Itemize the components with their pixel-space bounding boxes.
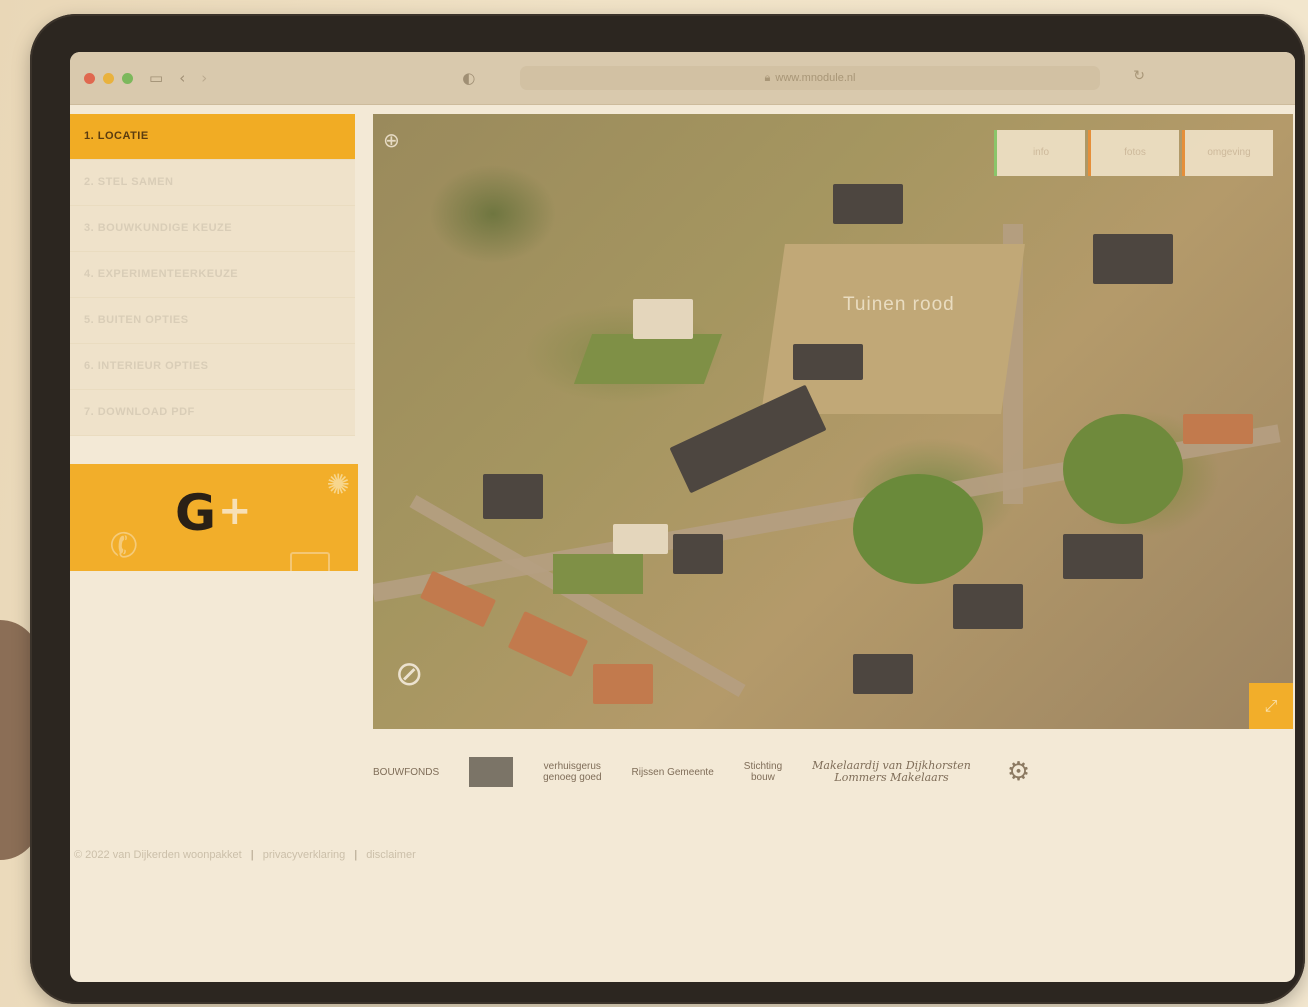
close-window-button[interactable]	[84, 72, 95, 84]
map-house	[833, 184, 903, 224]
maximize-window-button[interactable]	[122, 72, 133, 84]
tab-info[interactable]: info	[994, 130, 1085, 176]
step-6-interieur-opties[interactable]: 6. INTERIEUR OPTIES	[70, 344, 355, 390]
promo-banner[interactable]: G + ✺ ✆	[70, 464, 358, 571]
map-house	[953, 584, 1023, 629]
tab-omgeving[interactable]: omgeving	[1182, 130, 1273, 176]
step-3-bouwkundige-keuze[interactable]: 3. BOUWKUNDIGE KEUZE	[70, 206, 355, 252]
plot-label: Tuinen rood	[843, 294, 955, 315]
back-icon[interactable]: ‹	[179, 70, 185, 86]
privacy-shield-icon[interactable]: ◐	[462, 70, 475, 86]
map-house	[673, 534, 723, 574]
compass-icon[interactable]: ⊘	[395, 654, 424, 694]
footer-link-disclaimer[interactable]: disclaimer	[366, 849, 416, 861]
map-house	[669, 384, 827, 494]
copyright-text: © 2022	[74, 849, 110, 861]
footer-link-privacy[interactable]: privacyverklaring	[263, 849, 346, 861]
map-greenery	[573, 334, 723, 384]
phone-icon: ✆	[104, 522, 145, 570]
step-7-download-pdf[interactable]: 7. DOWNLOAD PDF	[70, 390, 355, 436]
url-bar[interactable]: 🔒︎ www.mnodule.nl	[520, 66, 1100, 90]
reload-icon[interactable]: ↻	[1133, 68, 1145, 84]
tablet-device: ▭ ‹ › ◐ 🔒︎ www.mnodule.nl ↻ 1. LOCATIE 2…	[30, 14, 1305, 1004]
map-house	[593, 664, 653, 704]
step-5-buiten-opties[interactable]: 5. BUITEN OPTIES	[70, 298, 355, 344]
partner-logos: BOUWFONDS verhuisgerus genoeg goed Rijss…	[373, 752, 1073, 792]
gear-icon: ⚙	[1006, 757, 1031, 787]
map-house	[853, 654, 913, 694]
sun-icon: ✺	[326, 468, 350, 501]
browser-toolbar: ▭ ‹ › ◐ 🔒︎ www.mnodule.nl ↻	[70, 52, 1295, 105]
map-house	[633, 299, 693, 339]
step-1-locatie[interactable]: 1. LOCATIE	[70, 114, 355, 160]
footer-separator: |	[250, 849, 254, 861]
map-house	[1093, 234, 1173, 284]
lock-icon: 🔒︎	[764, 71, 771, 84]
map-greenery	[1063, 414, 1183, 524]
map-house	[507, 611, 589, 677]
partner-logo-verhuisgerus[interactable]: verhuisgerus genoeg goed	[543, 761, 601, 783]
tab-fotos[interactable]: fotos	[1088, 130, 1179, 176]
map-house	[793, 344, 863, 380]
forward-icon[interactable]: ›	[201, 70, 207, 86]
map-greenery	[553, 554, 643, 594]
map-house	[483, 474, 543, 519]
partner-logo-box[interactable]	[469, 757, 514, 787]
sidebar-toggle-icon[interactable]: ▭	[149, 70, 163, 86]
mail-icon	[290, 552, 330, 571]
map-house	[1183, 414, 1253, 444]
step-4-experimenteerkeuze[interactable]: 4. EXPERIMENTEERKEUZE	[70, 252, 355, 298]
tablet-screen: ▭ ‹ › ◐ 🔒︎ www.mnodule.nl ↻ 1. LOCATIE 2…	[70, 52, 1295, 982]
map-greenery	[853, 474, 983, 584]
footer-separator: |	[354, 849, 358, 861]
partner-logo-bouwfonds[interactable]: BOUWFONDS	[373, 767, 439, 778]
minimize-window-button[interactable]	[103, 72, 114, 84]
partner-logo-stichting[interactable]: Stichting bouw	[744, 761, 782, 783]
page-footer: © 2022 van Dijkerden woonpakket | privac…	[74, 849, 416, 861]
map-house	[613, 524, 668, 554]
footer-link-woonpakket[interactable]: van Dijkerden woonpakket	[113, 849, 242, 861]
url-text: www.mnodule.nl	[775, 72, 856, 84]
location-pin-icon[interactable]: ⊕	[383, 128, 400, 152]
map-house	[1063, 534, 1143, 579]
partner-logo-lommers[interactable]: Makelaardij van Dijkhorsten Lommers Make…	[812, 759, 971, 784]
step-sidebar: 1. LOCATIE 2. STEL SAMEN 3. BOUWKUNDIGE …	[70, 114, 355, 436]
brand-logo: G +	[175, 484, 252, 542]
map-tab-bar: info fotos omgeving	[991, 130, 1273, 176]
fullscreen-icon[interactable]: ⤢	[1249, 683, 1293, 729]
partner-logo-rijssen[interactable]: Rijssen Gemeente	[632, 767, 714, 778]
step-2-stel-samen[interactable]: 2. STEL SAMEN	[70, 160, 355, 206]
aerial-map[interactable]: Tuinen rood ⊕ ⊘ info fotos omgeving ⤢	[373, 114, 1293, 729]
